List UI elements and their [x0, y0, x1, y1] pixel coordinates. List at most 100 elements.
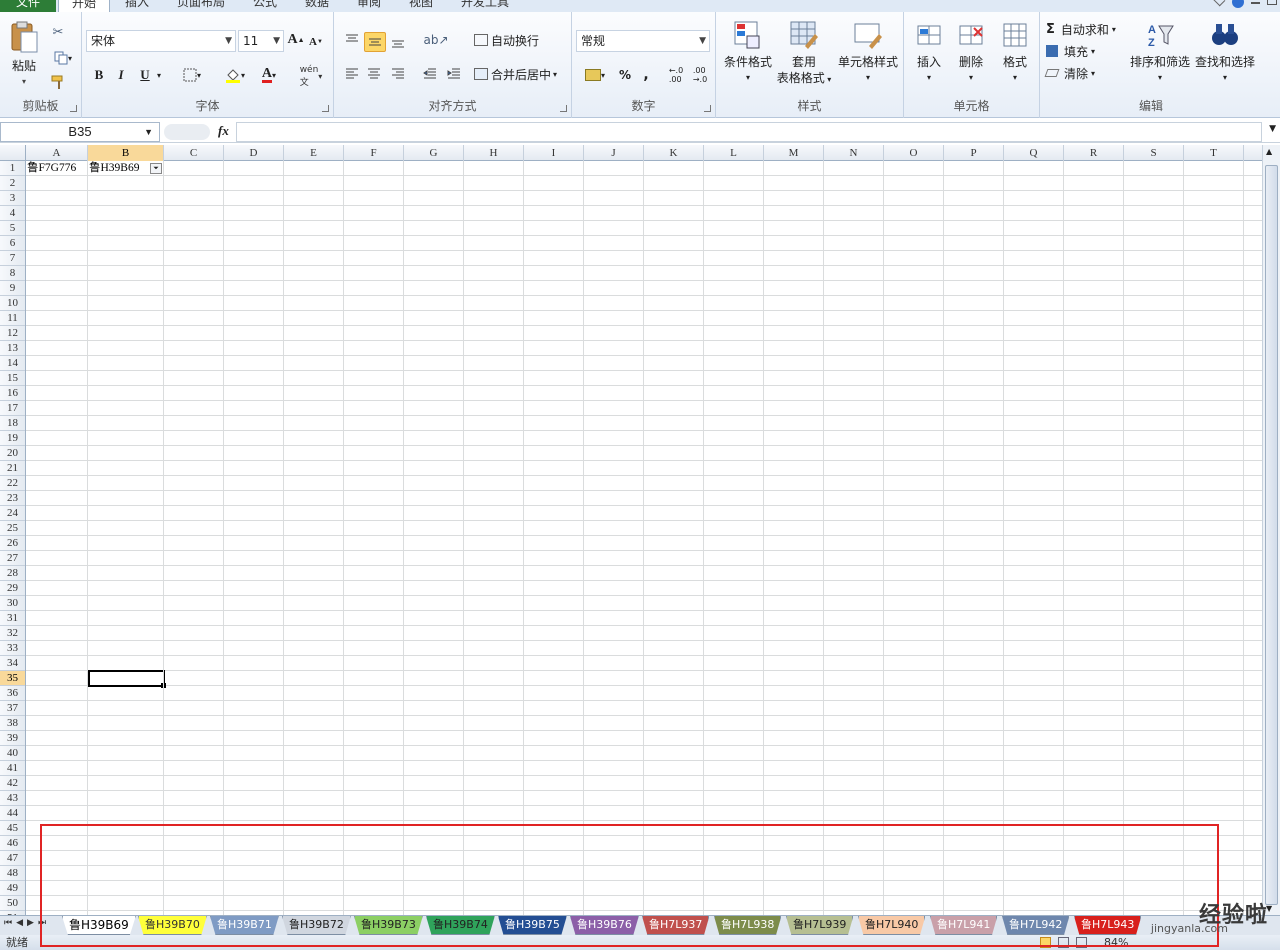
minimize-ribbon-icon[interactable] [1212, 0, 1226, 7]
row-header-30[interactable]: 30 [0, 596, 25, 611]
grow-font-button[interactable]: A ▲ [287, 31, 304, 49]
row-header-8[interactable]: 8 [0, 266, 25, 281]
row-header-4[interactable]: 4 [0, 206, 25, 221]
sort-filter-button[interactable]: AZ 排序和筛选 ▾ [1128, 20, 1192, 86]
row-header-46[interactable]: 46 [0, 836, 25, 851]
row-header-33[interactable]: 33 [0, 641, 25, 656]
row-header-47[interactable]: 47 [0, 851, 25, 866]
scroll-up-icon[interactable]: ▲ [1266, 147, 1272, 156]
align-center-icon[interactable] [364, 64, 384, 84]
column-header-B[interactable]: B [88, 145, 164, 161]
tab-formulas[interactable]: 公式 [242, 0, 288, 12]
delete-cells-button[interactable]: 删除 ▾ [950, 20, 992, 86]
orientation-button[interactable]: ab↗ [422, 30, 450, 50]
column-header-S[interactable]: S [1124, 145, 1184, 161]
row-header-44[interactable]: 44 [0, 806, 25, 821]
alignment-launcher-icon[interactable] [560, 105, 567, 112]
underline-button[interactable]: U [136, 66, 154, 84]
format-as-table-button[interactable]: 套用 表格格式 ▾ [772, 20, 836, 88]
conditional-format-button[interactable]: 条件格式 ▾ [720, 20, 776, 86]
row-header-28[interactable]: 28 [0, 566, 25, 581]
select-all-button[interactable] [0, 145, 26, 161]
clear-button[interactable]: 清除 ▾ [1044, 64, 1116, 82]
cell-A1[interactable]: 鲁F7G776 [26, 161, 88, 176]
expand-formula-bar-icon[interactable]: ▼ [1269, 124, 1276, 134]
column-header-H[interactable]: H [464, 145, 524, 161]
column-header-O[interactable]: O [884, 145, 944, 161]
column-header-L[interactable]: L [704, 145, 764, 161]
column-header-P[interactable]: P [944, 145, 1004, 161]
chevron-down-icon[interactable]: ▼ [144, 123, 153, 141]
row-header-17[interactable]: 17 [0, 401, 25, 416]
row-header-5[interactable]: 5 [0, 221, 25, 236]
row-header-39[interactable]: 39 [0, 731, 25, 746]
align-right-icon[interactable] [388, 64, 408, 84]
align-bottom-icon[interactable] [388, 32, 408, 52]
row-header-45[interactable]: 45 [0, 821, 25, 836]
align-top-icon[interactable] [342, 30, 362, 50]
row-header-36[interactable]: 36 [0, 686, 25, 701]
cell-styles-button[interactable]: 单元格样式 ▾ [836, 20, 900, 86]
column-header-T[interactable]: T [1184, 145, 1244, 161]
row-header-48[interactable]: 48 [0, 866, 25, 881]
border-button[interactable]: ▾ [178, 66, 206, 84]
window-minimize-icon[interactable] [1251, 2, 1260, 4]
format-cells-button[interactable]: 格式 ▾ [994, 20, 1036, 86]
insert-function-icon[interactable]: fx [218, 123, 229, 139]
column-header-E[interactable]: E [284, 145, 344, 161]
scroll-thumb[interactable] [1265, 165, 1278, 905]
row-header-37[interactable]: 37 [0, 701, 25, 716]
column-header-C[interactable]: C [164, 145, 224, 161]
align-middle-icon[interactable] [364, 32, 386, 52]
tab-view[interactable]: 视图 [398, 0, 444, 12]
row-header-49[interactable]: 49 [0, 881, 25, 896]
row-header-40[interactable]: 40 [0, 746, 25, 761]
column-header-D[interactable]: D [224, 145, 284, 161]
row-header-13[interactable]: 13 [0, 341, 25, 356]
font-color-button[interactable]: A ▾ [254, 66, 284, 84]
row-header-43[interactable]: 43 [0, 791, 25, 806]
row-header-32[interactable]: 32 [0, 626, 25, 641]
italic-button[interactable]: I [112, 66, 130, 84]
column-header-K[interactable]: K [644, 145, 704, 161]
filter-dropdown-icon[interactable]: ⏷ [150, 163, 162, 174]
phonetic-button[interactable]: wén 文 ▾ [296, 65, 326, 88]
column-header-Q[interactable]: Q [1004, 145, 1064, 161]
row-header-27[interactable]: 27 [0, 551, 25, 566]
underline-dropdown-icon[interactable]: ▾ [154, 68, 164, 82]
shrink-font-button[interactable]: A ▼ [308, 33, 324, 51]
row-header-31[interactable]: 31 [0, 611, 25, 626]
worksheet-grid[interactable]: 鲁F7G776 鲁H39B69 ⏷ [26, 161, 1262, 915]
comma-button[interactable]: , [638, 66, 654, 84]
merge-center-button[interactable]: 合并后居中 ▾ [474, 64, 568, 84]
row-header-21[interactable]: 21 [0, 461, 25, 476]
row-header-9[interactable]: 9 [0, 281, 25, 296]
row-header-22[interactable]: 22 [0, 476, 25, 491]
number-launcher-icon[interactable] [704, 105, 711, 112]
paste-button[interactable]: 粘贴 ▾ [6, 20, 42, 90]
formula-input[interactable] [236, 122, 1262, 142]
fill-color-button[interactable]: ▾ [220, 66, 250, 84]
row-header-20[interactable]: 20 [0, 446, 25, 461]
selected-cell-B35[interactable] [88, 670, 165, 687]
row-header-34[interactable]: 34 [0, 656, 25, 671]
vertical-scrollbar[interactable]: ▲ ▼ [1262, 145, 1280, 915]
tab-insert[interactable]: 插入 [112, 0, 162, 12]
column-header-N[interactable]: N [824, 145, 884, 161]
row-header-6[interactable]: 6 [0, 236, 25, 251]
row-header-23[interactable]: 23 [0, 491, 25, 506]
insert-cells-button[interactable]: 插入 ▾ [908, 20, 950, 86]
font-name-select[interactable]: 宋体 ▼ [86, 30, 236, 52]
row-header-14[interactable]: 14 [0, 356, 25, 371]
row-header-29[interactable]: 29 [0, 581, 25, 596]
wrap-text-button[interactable]: 自动换行 [474, 30, 554, 50]
help-icon[interactable] [1232, 0, 1244, 8]
column-header-R[interactable]: R [1064, 145, 1124, 161]
row-header-10[interactable]: 10 [0, 296, 25, 311]
accounting-format-button[interactable]: ▾ [578, 66, 612, 84]
row-header-19[interactable]: 19 [0, 431, 25, 446]
row-header-16[interactable]: 16 [0, 386, 25, 401]
number-format-select[interactable]: 常规 ▼ [576, 30, 710, 52]
percent-button[interactable]: % [616, 66, 634, 84]
name-box[interactable]: B35 ▼ [0, 122, 160, 142]
